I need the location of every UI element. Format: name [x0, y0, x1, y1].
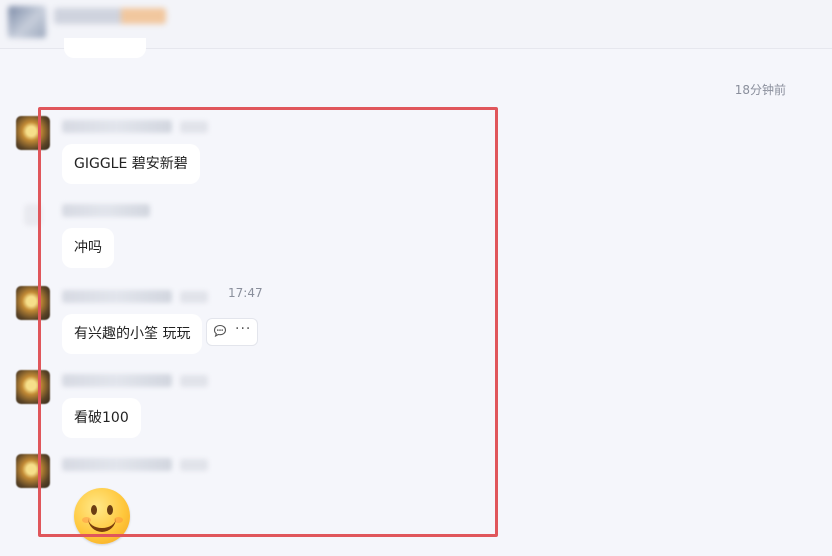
- message-bubble[interactable]: 有兴趣的小筌 玩玩: [62, 314, 203, 354]
- message-bubble[interactable]: GIGGLE 碧安新碧: [62, 144, 200, 184]
- sender-tag: [180, 459, 208, 471]
- message-item: GIGGLE 碧安新碧: [0, 116, 832, 196]
- message-item: 冲吗: [0, 200, 832, 280]
- sender-tag: [180, 291, 208, 303]
- message-item: 看破100: [0, 370, 832, 450]
- avatar[interactable]: [16, 370, 50, 404]
- avatar[interactable]: [16, 454, 50, 488]
- sender-tag: [180, 375, 208, 387]
- more-options-button[interactable]: ···: [235, 321, 251, 337]
- message-action-bar: ···: [206, 318, 258, 346]
- sender-tag: [180, 121, 208, 133]
- avatar[interactable]: [16, 116, 50, 150]
- sender-name: [62, 290, 172, 303]
- comment-icon[interactable]: [213, 324, 227, 338]
- smiley-emoji-icon[interactable]: [74, 488, 130, 544]
- avatar[interactable]: [24, 204, 42, 226]
- avatar[interactable]: [16, 286, 50, 320]
- message-time: 17:47: [228, 286, 263, 300]
- sender-name: [62, 458, 172, 471]
- chat-title: [54, 8, 166, 24]
- previous-message-bubble: [64, 38, 146, 58]
- message-bubble[interactable]: 冲吗: [62, 228, 114, 268]
- sender-name: [62, 120, 172, 133]
- message-bubble[interactable]: 看破100: [62, 398, 141, 438]
- sender-name: [62, 204, 150, 217]
- message-item: 17:47 有兴趣的小筌 玩玩 ···: [0, 286, 832, 366]
- sender-name: [62, 374, 172, 387]
- timestamp-divider: 18分钟前: [734, 83, 786, 97]
- group-avatar-icon[interactable]: [8, 6, 46, 38]
